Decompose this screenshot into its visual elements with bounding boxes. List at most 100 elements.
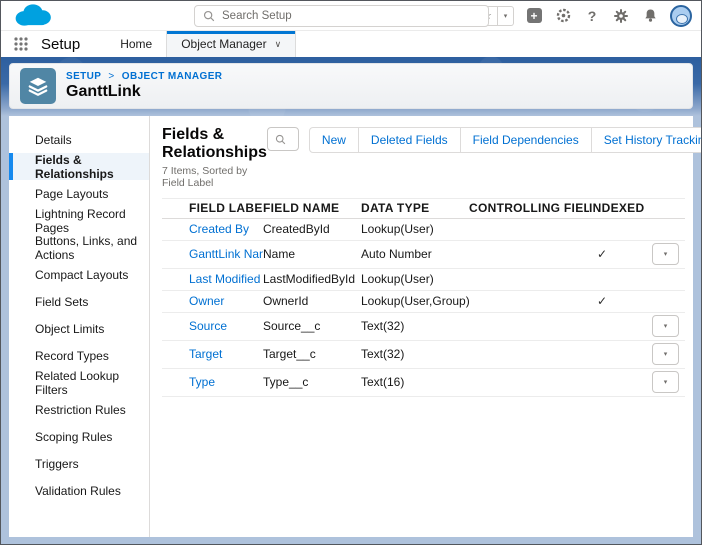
setup-navbar: Setup HomeObject Manager∨ (1, 31, 701, 57)
row-menu-button[interactable]: ▾ (652, 343, 679, 365)
field-label-link[interactable]: GanttLink Name (189, 247, 263, 261)
main-header: Fields & Relationships 7 Items, Sorted b… (162, 126, 685, 189)
sidebar-item-restriction-rules[interactable]: Restriction Rules (9, 396, 149, 423)
sidebar-item-record-types[interactable]: Record Types (9, 342, 149, 369)
data-type-cell: Text(32) (361, 319, 469, 333)
column-header-data-type[interactable]: DATA TYPE (361, 201, 469, 215)
notifications-bell-icon[interactable] (641, 7, 659, 25)
column-header-label: CONTROLLING FIELD (469, 201, 589, 215)
global-header: ☆ ▾ + ? (1, 1, 701, 31)
sidebar-item-fields-relationships[interactable]: Fields & Relationships (9, 153, 149, 180)
data-type-cell: Auto Number (361, 247, 469, 261)
field-label-link[interactable]: Target (189, 347, 222, 361)
tab-label: Home (120, 37, 152, 51)
nav-tabs: Home Object Manager∨ (106, 31, 296, 57)
sidebar-item-object-limits[interactable]: Object Limits (9, 315, 149, 342)
indexed-cell: ✓ (589, 294, 646, 308)
section-heading: Fields & Relationships (162, 126, 267, 163)
row-menu-button[interactable]: ▾ (652, 243, 679, 265)
sidebar-item-triggers[interactable]: Triggers (9, 450, 149, 477)
sidebar-item-field-sets[interactable]: Field Sets (9, 288, 149, 315)
sidebar-item-page-layouts[interactable]: Page Layouts (9, 180, 149, 207)
quick-find[interactable] (267, 127, 299, 151)
favorites-dropdown-icon[interactable]: ▾ (498, 6, 514, 26)
row-menu-button[interactable]: ▾ (652, 315, 679, 337)
global-search[interactable] (194, 5, 489, 27)
table-row-source: Source Source__cText(32) ▾ (162, 313, 685, 341)
breadcrumb-setup-link[interactable]: SETUP (66, 71, 101, 82)
object-sidebar: DetailsFields & RelationshipsPage Layout… (9, 116, 150, 537)
field-name-cell: Target__c (263, 347, 361, 361)
data-type-cell: Lookup(User) (361, 272, 469, 286)
field-label-link[interactable]: Source (189, 319, 227, 333)
new-button[interactable]: New (309, 127, 359, 153)
field-label-link[interactable]: Owner (189, 294, 224, 308)
tab-object-manager[interactable]: Object Manager∨ (166, 31, 296, 57)
header-actions: ☆ ▾ + ? (476, 5, 701, 27)
set-history-tracking-button[interactable]: Set History Tracking (592, 127, 702, 153)
data-type-cell: Lookup(User) (361, 222, 469, 236)
field-name-cell: Source__c (263, 319, 361, 333)
app-launcher-icon[interactable] (13, 36, 29, 52)
tab-home[interactable]: Home (106, 31, 166, 57)
data-type-cell: Lookup(User,Group) (361, 294, 469, 308)
column-header-controlling-field[interactable]: CONTROLLING FIELD (469, 201, 589, 215)
indexed-cell: ✓ (589, 247, 646, 261)
column-header-label: FIELD LABEL (189, 201, 263, 215)
field-label-link[interactable]: Created By (189, 222, 249, 236)
sidebar-item-validation-rules[interactable]: Validation Rules (9, 477, 149, 504)
column-header-label: INDEXED (589, 201, 644, 215)
field-label-link[interactable]: Type (189, 375, 215, 389)
browser-frame: ☆ ▾ + ? (0, 0, 702, 545)
field-name-cell: LastModifiedById (263, 272, 361, 286)
sidebar-item-details[interactable]: Details (9, 126, 149, 153)
global-search-input[interactable] (222, 10, 480, 22)
row-actions-cell: ▾ (646, 343, 685, 365)
column-header-label: DATA TYPE (361, 201, 429, 215)
data-type-cell: Text(32) (361, 347, 469, 361)
sidebar-item-compact-layouts[interactable]: Compact Layouts (9, 261, 149, 288)
fields-table: FIELD LABEL▲FIELD NAME DATA TYPE CONTROLLI… (162, 198, 685, 397)
toolbar-buttons: NewDeleted FieldsField DependenciesSet H… (309, 127, 702, 153)
column-header-label: FIELD NAME (263, 201, 339, 215)
object-layers-icon (20, 68, 56, 104)
sidebar-item-buttons-links-and-actions[interactable]: Buttons, Links, and Actions (9, 234, 149, 261)
setup-gear-icon[interactable] (612, 7, 630, 25)
column-header-indexed[interactable]: INDEXED (589, 201, 646, 215)
field-name-cell: OwnerId (263, 294, 361, 308)
guidance-center-icon[interactable] (554, 7, 572, 25)
table-header-row: FIELD LABEL▲FIELD NAME DATA TYPE CONTROLLI… (162, 198, 685, 219)
table-row-type: Type Type__cText(16) ▾ (162, 369, 685, 397)
chevron-down-icon: ∨ (275, 39, 282, 50)
search-icon (275, 134, 286, 145)
salesforce-logo-icon (11, 2, 55, 29)
table-row-ganttlink-name: GanttLink NameNameAuto Number ✓ ▾ (162, 241, 685, 269)
field-name-cell: CreatedById (263, 222, 361, 236)
user-avatar[interactable] (670, 5, 692, 27)
field-label-link[interactable]: Last Modified By (189, 272, 263, 286)
breadcrumb-separator: > (108, 71, 114, 82)
breadcrumb-object-manager-link[interactable]: OBJECT MANAGER (122, 71, 223, 82)
page-header-card: SETUP > OBJECT MANAGER GanttLink (9, 63, 693, 109)
search-icon (203, 10, 215, 22)
global-actions-icon[interactable]: + (525, 7, 543, 25)
table-row-last-modified-by: Last Modified ByLastModifiedByIdLookup(U… (162, 269, 685, 291)
table-body: Created ByCreatedByIdLookup(User)GanttLi… (162, 219, 685, 397)
sidebar-item-scoping-rules[interactable]: Scoping Rules (9, 423, 149, 450)
deleted-fields-button[interactable]: Deleted Fields (359, 127, 461, 153)
sidebar-item-related-lookup-filters[interactable]: Related Lookup Filters (9, 369, 149, 396)
content-card: DetailsFields & RelationshipsPage Layout… (9, 116, 693, 537)
row-menu-button[interactable]: ▾ (652, 371, 679, 393)
field-name-cell: Type__c (263, 375, 361, 389)
column-header-field-name[interactable]: FIELD NAME (263, 201, 361, 215)
help-icon[interactable]: ? (583, 7, 601, 25)
field-dependencies-button[interactable]: Field Dependencies (461, 127, 592, 153)
field-name-cell: Name (263, 247, 361, 261)
data-type-cell: Text(16) (361, 375, 469, 389)
column-header-field-label[interactable]: FIELD LABEL▲ (162, 201, 263, 215)
page-header-banner: SETUP > OBJECT MANAGER GanttLink (1, 57, 701, 116)
sidebar-item-lightning-record-pages[interactable]: Lightning Record Pages (9, 207, 149, 234)
table-row-target: Target Target__cText(32) ▾ (162, 341, 685, 369)
row-actions-cell: ▾ (646, 315, 685, 337)
page-title: GanttLink (66, 83, 222, 101)
